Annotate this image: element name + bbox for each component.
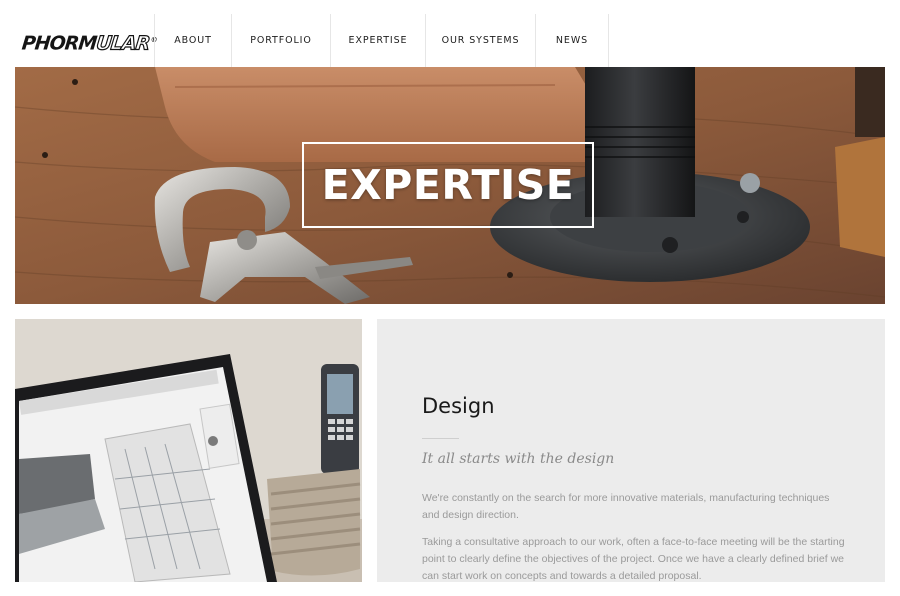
site-logo[interactable]: PHORMULAR®: [20, 29, 158, 55]
section-paragraph-1: We're constantly on the search for more …: [422, 492, 830, 521]
hero-banner: EXPERTISE: [15, 67, 885, 304]
main-nav: ABOUT PORTFOLIO EXPERTISE OUR SYSTEMS NE…: [154, 14, 609, 67]
logo-text-outline: ULAR: [95, 32, 151, 55]
logo-text-solid: PHORM: [20, 32, 98, 55]
nav-label: NEWS: [555, 35, 589, 46]
section-subtitle: It all starts with the design: [422, 451, 615, 467]
nav-item-our-systems[interactable]: OUR SYSTEMS: [425, 14, 535, 67]
design-panel: Design It all starts with the design We'…: [377, 319, 885, 582]
hero-title: EXPERTISE: [321, 161, 575, 209]
nav-item-about[interactable]: ABOUT: [154, 14, 231, 67]
nav-item-expertise[interactable]: EXPERTISE: [330, 14, 425, 67]
nav-label: OUR SYSTEMS: [441, 35, 520, 46]
nav-label: EXPERTISE: [348, 35, 408, 46]
nav-item-news[interactable]: NEWS: [535, 14, 609, 67]
section-paragraph-2: Taking a consultative approach to our wo…: [422, 536, 845, 582]
nav-item-portfolio[interactable]: PORTFOLIO: [231, 14, 330, 67]
site-header: PHORMULAR® ABOUT PORTFOLIO EXPERTISE OUR…: [0, 0, 900, 67]
nav-label: PORTFOLIO: [250, 35, 312, 46]
design-photo: [15, 319, 362, 582]
section-title: Design: [422, 394, 495, 418]
title-divider: [422, 438, 459, 439]
hero-title-box: EXPERTISE: [302, 142, 594, 228]
laptop-desk-image: [15, 319, 362, 582]
nav-label: ABOUT: [174, 35, 212, 46]
